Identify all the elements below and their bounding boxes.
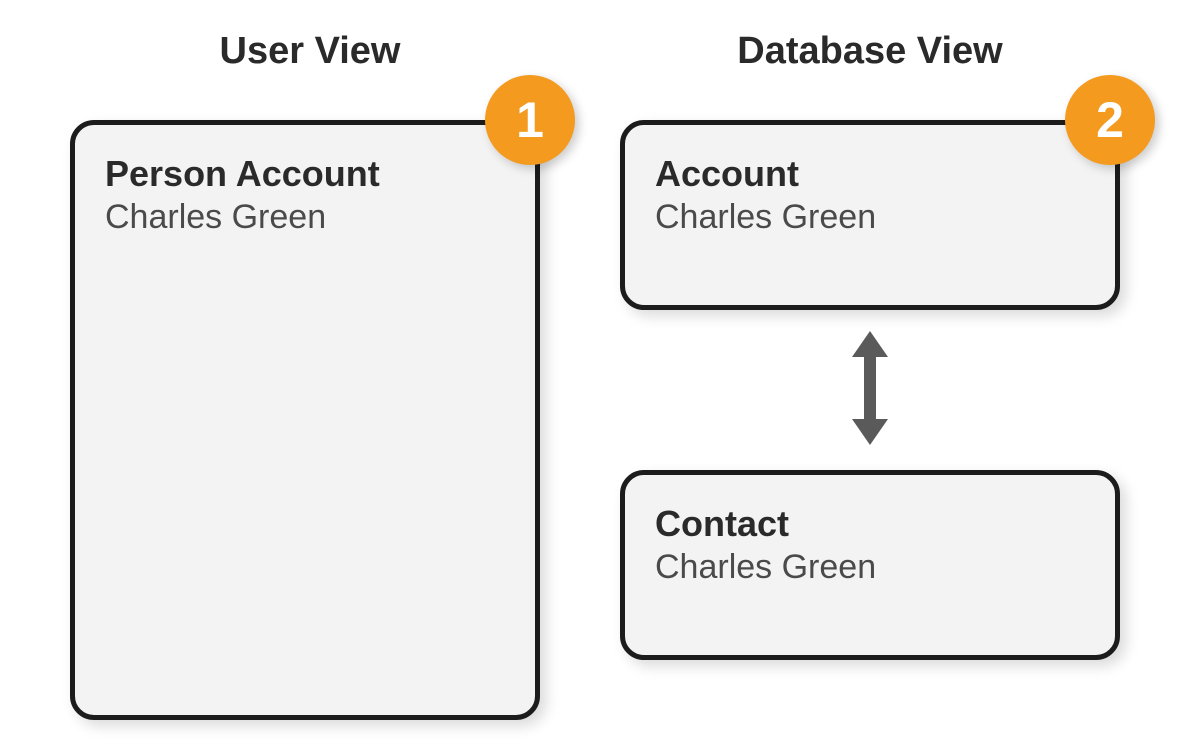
badge-one: 1 [485, 75, 575, 165]
contact-card: Contact Charles Green [620, 470, 1120, 660]
account-name: Charles Green [655, 196, 1085, 239]
contact-name: Charles Green [655, 546, 1085, 589]
person-account-card: Person Account Charles Green [70, 120, 540, 720]
person-account-name: Charles Green [105, 196, 505, 239]
bidirectional-arrow-icon [835, 318, 905, 458]
user-view-title: User View [70, 30, 550, 73]
database-view-title: Database View [620, 30, 1120, 73]
account-title: Account [655, 153, 1085, 194]
badge-two: 2 [1065, 75, 1155, 165]
account-card: Account Charles Green [620, 120, 1120, 310]
contact-title: Contact [655, 503, 1085, 544]
person-account-title: Person Account [105, 153, 505, 194]
